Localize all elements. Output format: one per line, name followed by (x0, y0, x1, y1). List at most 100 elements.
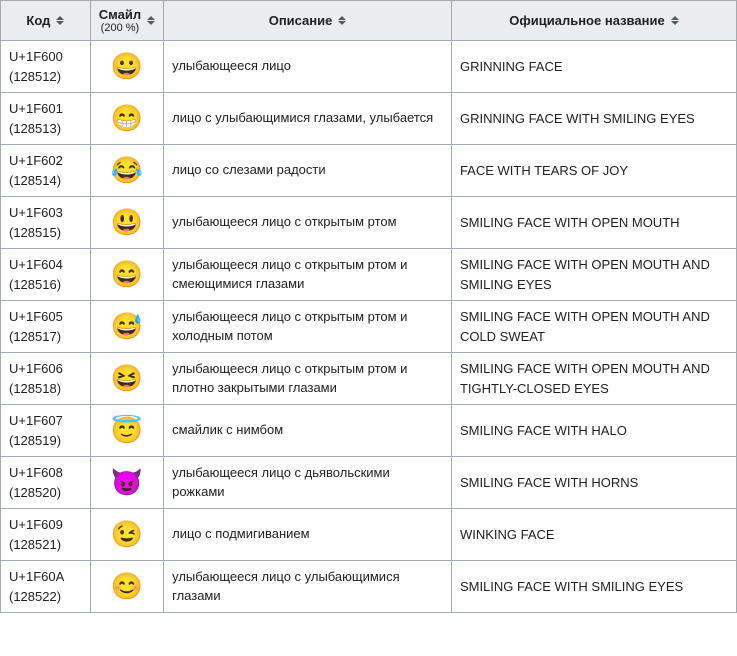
table-row: U+1F602(128514)😂лицо со слезами радостиF… (1, 145, 737, 197)
unicode-code: U+1F60A (9, 569, 64, 584)
code-cell: U+1F607 (128519) (1, 405, 91, 457)
description-cell: улыбающееся лицо с открытым ртом и холод… (164, 301, 452, 353)
official-name-cell: GRINNING FACE WITH SMILING EYES (451, 93, 736, 145)
unicode-code: U+1F601 (9, 101, 63, 116)
unicode-code: U+1F605 (9, 309, 63, 324)
description-cell: улыбающееся лицо с открытым ртом и плотн… (164, 353, 452, 405)
table-row: U+1F606 (128518) 😆 улыбающееся лицо с откры… (1, 353, 737, 405)
official-name-cell: SMILING FACE WITH OPEN MOUTH (451, 197, 736, 249)
unicode-code: U+1F608 (9, 465, 63, 480)
emoji-cell: 😀 (90, 41, 163, 93)
header-emoji-main: Смайл (99, 7, 141, 22)
emoji-icon: 😁 (111, 103, 143, 133)
table-row: U+1F607 (128519) 😇 смайлик с нимбомSMILING … (1, 405, 737, 457)
unicode-code: U+1F606 (9, 361, 63, 376)
decimal-code: (128517) (9, 329, 61, 344)
unicode-code: U+1F600 (9, 49, 63, 64)
code-cell: U+1F602(128514) (1, 145, 91, 197)
header-code[interactable]: Код (1, 1, 91, 41)
table-row: U+1F60A (128522) 😊 улыбающееся лицо с улыба… (1, 561, 737, 613)
emoji-icon: 😈 (111, 467, 143, 497)
code-cell: U+1F60A (128522) (1, 561, 91, 613)
code-cell: U+1F609(128521) (1, 509, 91, 561)
decimal-code: (128521) (9, 537, 61, 552)
emoji-cell: 😅 (90, 301, 163, 353)
header-name[interactable]: Официальное название (451, 1, 736, 41)
code-cell: U+1F601 (128513) (1, 93, 91, 145)
emoji-icon: 😃 (111, 207, 143, 237)
header-name-label: Официальное название (509, 13, 664, 28)
official-name-cell: SMILING FACE WITH SMILING EYES (451, 561, 736, 613)
decimal-code: (128519) (9, 433, 61, 448)
sort-icon (56, 16, 64, 25)
table-row: U+1F603 (128515) 😃 улыбающееся лицо с откры… (1, 197, 737, 249)
sort-icon (671, 16, 679, 25)
emoji-table: Код Смайл (200 %) Описание (0, 0, 737, 613)
decimal-code: (128512) (9, 69, 61, 84)
table-row: U+1F601 (128513) 😁 лицо с улыбающимися глаз… (1, 93, 737, 145)
emoji-icon: 😀 (111, 51, 143, 81)
header-emoji[interactable]: Смайл (200 %) (90, 1, 163, 41)
emoji-cell: 😃 (90, 197, 163, 249)
emoji-cell: 😁 (90, 93, 163, 145)
header-code-label: Код (26, 13, 50, 28)
official-name-cell: WINKING FACE (451, 509, 736, 561)
unicode-code: U+1F604 (9, 257, 63, 272)
official-name-cell: GRINNING FACE (451, 41, 736, 93)
emoji-cell: 😂 (90, 145, 163, 197)
code-cell: U+1F604 (128516) (1, 249, 91, 301)
table-row: U+1F604 (128516) 😄 улыбающееся лицо с откры… (1, 249, 737, 301)
header-desc[interactable]: Описание (164, 1, 452, 41)
official-name-cell: SMILING FACE WITH OPEN MOUTH AND SMILING… (451, 249, 736, 301)
description-cell: лицо с подмигиванием (164, 509, 452, 561)
emoji-icon: 😇 (111, 415, 143, 445)
table-row: U+1F605 (128517) 😅 улыбающееся лицо с откры… (1, 301, 737, 353)
unicode-code: U+1F603 (9, 205, 63, 220)
header-emoji-label: Смайл (200 %) (99, 7, 141, 34)
emoji-icon: 😅 (111, 311, 143, 341)
code-cell: U+1F603 (128515) (1, 197, 91, 249)
description-cell: лицо со слезами радости (164, 145, 452, 197)
official-name-cell: FACE WITH TEARS OF JOY (451, 145, 736, 197)
header-row: Код Смайл (200 %) Описание (1, 1, 737, 41)
description-cell: улыбающееся лицо с улыбающимися глазами (164, 561, 452, 613)
decimal-code: (128516) (9, 277, 61, 292)
emoji-icon: 😄 (111, 259, 143, 289)
description-cell: улыбающееся лицо с открытым ртом и смеющ… (164, 249, 452, 301)
official-name-cell: SMILING FACE WITH OPEN MOUTH AND COLD SW… (451, 301, 736, 353)
unicode-code: U+1F607 (9, 413, 63, 428)
emoji-cell: 😈 (90, 457, 163, 509)
emoji-icon: 😊 (111, 571, 143, 601)
table-row: U+1F600(128512)😀улыбающееся лицоGRINNING… (1, 41, 737, 93)
official-name-cell: SMILING FACE WITH OPEN MOUTH AND TIGHTLY… (451, 353, 736, 405)
emoji-cell: 😆 (90, 353, 163, 405)
table-row: U+1F609(128521) 😉 лицо с подмигиваниемWINK… (1, 509, 737, 561)
header-emoji-sub: (200 %) (99, 22, 141, 34)
official-name-cell: SMILING FACE WITH HORNS (451, 457, 736, 509)
decimal-code: (128515) (9, 225, 61, 240)
emoji-icon: 😉 (111, 519, 143, 549)
table-row: U+1F608 (128520) 😈 улыбающееся лицо с дьяво… (1, 457, 737, 509)
code-cell: U+1F606 (128518) (1, 353, 91, 405)
emoji-cell: 😄 (90, 249, 163, 301)
emoji-cell: 😉 (90, 509, 163, 561)
sort-icon (147, 16, 155, 25)
official-name-cell: SMILING FACE WITH HALO (451, 405, 736, 457)
emoji-cell: 😊 (90, 561, 163, 613)
code-cell: U+1F605 (128517) (1, 301, 91, 353)
header-desc-label: Описание (269, 13, 333, 28)
description-cell: улыбающееся лицо с открытым ртом (164, 197, 452, 249)
decimal-code: (128518) (9, 381, 61, 396)
decimal-code: (128513) (9, 121, 61, 136)
code-cell: U+1F608 (128520) (1, 457, 91, 509)
decimal-code: (128522) (9, 589, 61, 604)
emoji-icon: 😆 (111, 363, 143, 393)
emoji-cell: 😇 (90, 405, 163, 457)
decimal-code: (128520) (9, 485, 61, 500)
unicode-code: U+1F602 (9, 153, 63, 168)
code-cell: U+1F600 (128512) (1, 41, 91, 93)
description-cell: смайлик с нимбом (164, 405, 452, 457)
description-cell: лицо с улыбающимися глазами, улыбается (164, 93, 452, 145)
description-cell: улыбающееся лицо с дьявольскими рожками (164, 457, 452, 509)
sort-icon (338, 16, 346, 25)
